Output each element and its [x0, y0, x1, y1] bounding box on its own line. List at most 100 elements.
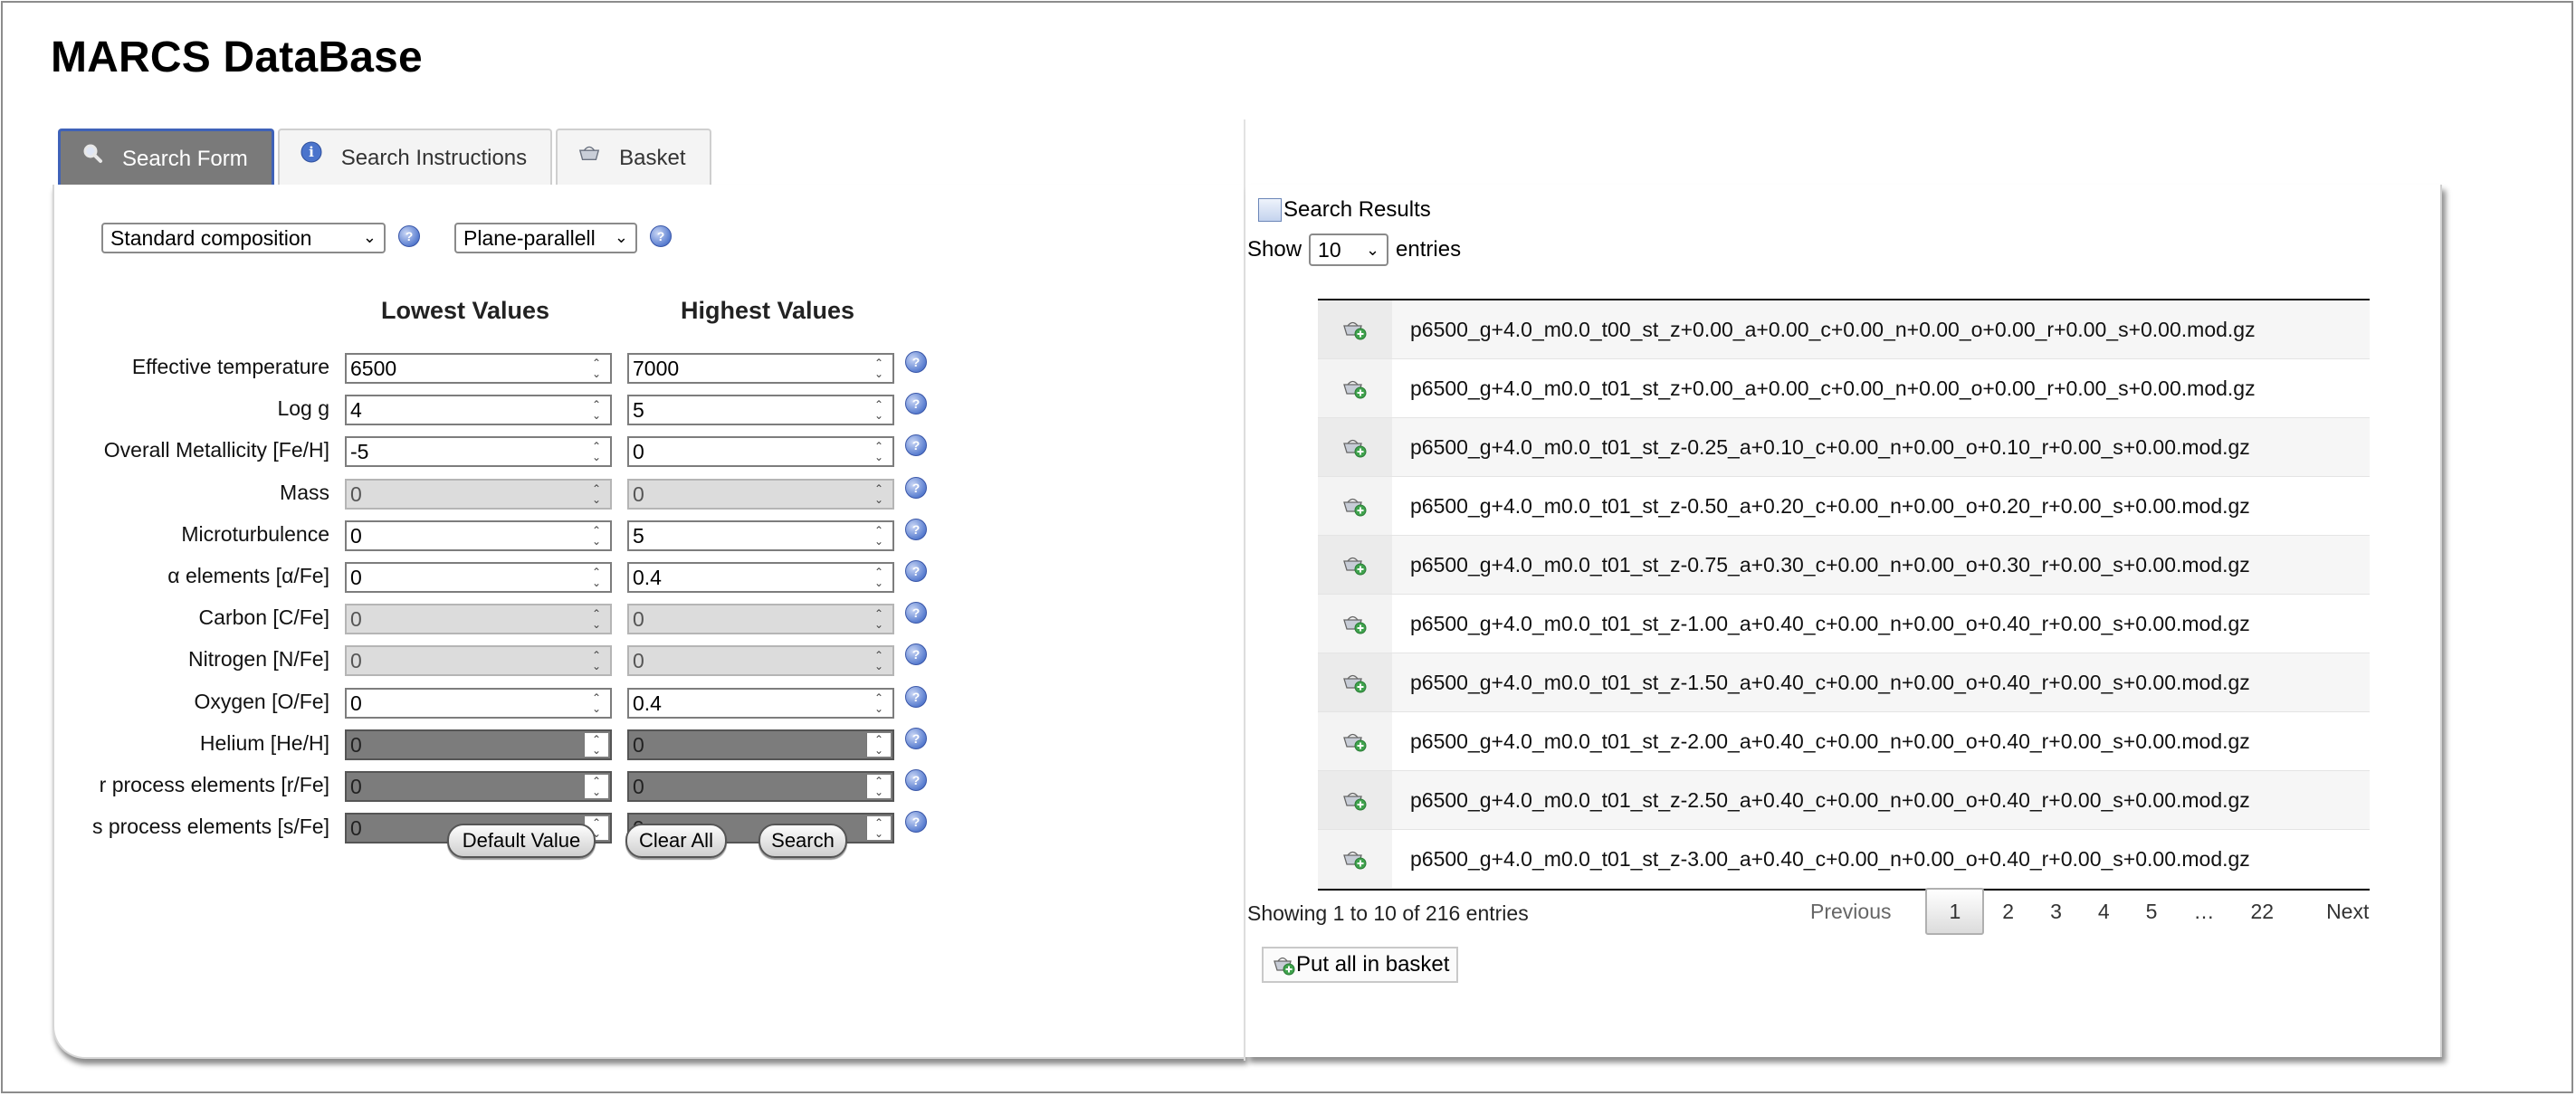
input-value: 0.4	[633, 565, 662, 589]
entries-per-page-select[interactable]: 10 ⌄	[1309, 233, 1389, 266]
input-value: 0	[633, 606, 644, 631]
input-value: 0	[633, 774, 644, 798]
input-value: 0	[350, 732, 362, 757]
lowest-value-input[interactable]: 0 ⌃ ⌄	[345, 520, 612, 551]
spinner-arrows-icon[interactable]: ⌃ ⌄	[866, 733, 891, 757]
highest-value-input[interactable]: 0.4 ⌃ ⌄	[627, 562, 894, 593]
input-value: 0	[350, 565, 362, 589]
model-filename[interactable]: p6500_g+4.0_m0.0_t01_st_z+0.00_a+0.00_c+…	[1392, 376, 2256, 401]
help-icon[interactable]: ?	[905, 769, 927, 791]
spinner-arrows-icon[interactable]: ⌃ ⌄	[866, 816, 891, 840]
highest-value-input[interactable]: 0 ⌃ ⌄	[627, 436, 894, 467]
composition-select[interactable]: Standard composition ⌄	[101, 223, 386, 253]
spinner-arrows-icon[interactable]: ⌃ ⌄	[585, 524, 608, 548]
input-value: 7000	[633, 356, 680, 380]
help-icon[interactable]: ?	[398, 225, 420, 247]
geometry-select[interactable]: Plane-parallell ⌄	[454, 223, 637, 253]
spinner-arrows-icon[interactable]: ⌃ ⌄	[867, 691, 891, 715]
help-icon[interactable]: ?	[905, 560, 927, 582]
spinner-arrows-icon[interactable]: ⌃ ⌄	[867, 566, 891, 589]
add-to-basket-icon[interactable]	[1318, 477, 1392, 535]
add-to-basket-icon[interactable]	[1318, 595, 1392, 653]
spinner-arrows-icon[interactable]: ⌃ ⌄	[867, 398, 891, 422]
spinner-arrows-icon[interactable]: ⌃ ⌄	[585, 649, 608, 672]
tab-basket[interactable]: Basket	[556, 129, 711, 186]
spinner-arrows-icon[interactable]: ⌃ ⌄	[584, 733, 608, 757]
pagination-previous[interactable]: Previous	[1792, 890, 1909, 933]
model-filename[interactable]: p6500_g+4.0_m0.0_t01_st_z-0.25_a+0.10_c+…	[1392, 435, 2250, 460]
help-icon[interactable]: ?	[905, 393, 927, 415]
help-icon[interactable]: ?	[905, 602, 927, 624]
pagination-page[interactable]: 3	[2032, 890, 2080, 933]
add-to-basket-icon[interactable]	[1318, 653, 1392, 711]
spinner-arrows-icon[interactable]: ⌃ ⌄	[867, 482, 891, 506]
search-button[interactable]: Search	[758, 824, 847, 858]
help-icon[interactable]: ?	[905, 434, 927, 456]
add-to-basket-icon[interactable]	[1318, 830, 1392, 888]
add-to-basket-icon[interactable]	[1318, 536, 1392, 594]
highest-value-input[interactable]: 7000 ⌃ ⌄	[627, 353, 894, 384]
spinner-arrows-icon[interactable]: ⌃ ⌄	[867, 649, 891, 672]
spinner-arrows-icon[interactable]: ⌃ ⌄	[585, 440, 608, 463]
put-all-in-basket-button[interactable]: Put all in basket	[1262, 947, 1459, 983]
spinner-arrows-icon[interactable]: ⌃ ⌄	[867, 440, 891, 463]
clear-all-button[interactable]: Clear All	[625, 824, 727, 858]
model-filename[interactable]: p6500_g+4.0_m0.0_t01_st_z-0.50_a+0.20_c+…	[1392, 494, 2250, 519]
parameter-label: Carbon [C/Fe]	[198, 605, 329, 629]
model-filename[interactable]: p6500_g+4.0_m0.0_t01_st_z-1.50_a+0.40_c+…	[1392, 671, 2250, 695]
spinner-arrows-icon[interactable]: ⌃ ⌄	[866, 775, 891, 798]
help-icon[interactable]: ?	[650, 225, 672, 247]
pagination-next[interactable]: Next	[2308, 890, 2387, 933]
add-to-basket-icon[interactable]	[1318, 418, 1392, 476]
lowest-value-input[interactable]: -5 ⌃ ⌄	[345, 436, 612, 467]
add-to-basket-icon[interactable]	[1318, 300, 1392, 358]
model-filename[interactable]: p6500_g+4.0_m0.0_t01_st_z-2.00_a+0.40_c+…	[1392, 729, 2250, 754]
tab-search-form[interactable]: Search Form	[58, 129, 274, 187]
spinner-arrows-icon[interactable]: ⌃ ⌄	[867, 607, 891, 631]
table-row: p6500_g+4.0_m0.0_t01_st_z-1.50_a+0.40_c+…	[1318, 653, 2370, 712]
spinner-arrows-icon[interactable]: ⌃ ⌄	[585, 566, 608, 589]
input-value: 0	[350, 523, 362, 548]
help-icon[interactable]: ?	[905, 519, 927, 540]
highest-value-input[interactable]: 0.4 ⌃ ⌄	[627, 688, 894, 719]
search-results-title: Search Results	[1258, 197, 1431, 223]
spinner-arrows-icon[interactable]: ⌃ ⌄	[585, 607, 608, 631]
add-to-basket-icon[interactable]	[1318, 359, 1392, 417]
highest-value-input: 0 ⌃⌄	[627, 729, 894, 760]
help-icon[interactable]: ?	[905, 728, 927, 749]
lowest-value-input[interactable]: 6500 ⌃ ⌄	[345, 353, 612, 384]
spinner-arrows-icon[interactable]: ⌃ ⌄	[585, 398, 608, 422]
spinner-arrows-icon[interactable]: ⌃ ⌄	[585, 357, 608, 380]
model-filename[interactable]: p6500_g+4.0_m0.0_t00_st_z+0.00_a+0.00_c+…	[1392, 318, 2256, 342]
spinner-arrows-icon[interactable]: ⌃ ⌄	[867, 524, 891, 548]
highest-value-input[interactable]: 5 ⌃ ⌄	[627, 520, 894, 551]
tab-search-instructions[interactable]: i Search Instructions	[277, 129, 553, 186]
default-value-button[interactable]: Default Value	[447, 824, 596, 858]
lowest-value-input[interactable]: 4 ⌃ ⌄	[345, 395, 612, 425]
pagination-page[interactable]: 22	[2232, 890, 2292, 933]
spinner-arrows-icon[interactable]: ⌃ ⌄	[867, 357, 891, 380]
spinner-arrows-icon[interactable]: ⌃ ⌄	[585, 691, 608, 715]
spinner-arrows-icon[interactable]: ⌃ ⌄	[584, 775, 608, 798]
help-icon[interactable]: ?	[905, 643, 927, 665]
help-icon[interactable]: ?	[905, 686, 927, 708]
highest-value-input[interactable]: 5 ⌃ ⌄	[627, 395, 894, 425]
pagination-page[interactable]: 2	[1984, 890, 2032, 933]
pagination-page[interactable]: 4	[2080, 890, 2128, 933]
model-filename[interactable]: p6500_g+4.0_m0.0_t01_st_z-0.75_a+0.30_c+…	[1392, 553, 2250, 577]
input-value: 0	[633, 481, 644, 506]
model-filename[interactable]: p6500_g+4.0_m0.0_t01_st_z-3.00_a+0.40_c+…	[1392, 847, 2250, 872]
lowest-value-input[interactable]: 0 ⌃ ⌄	[345, 562, 612, 593]
add-to-basket-icon[interactable]	[1318, 712, 1392, 770]
add-to-basket-icon[interactable]	[1318, 771, 1392, 829]
parameter-label: Oxygen [O/Fe]	[194, 690, 329, 713]
help-icon[interactable]: ?	[905, 351, 927, 373]
lowest-value-input[interactable]: 0 ⌃ ⌄	[345, 688, 612, 719]
pagination-page[interactable]: 1	[1925, 888, 1985, 935]
model-filename[interactable]: p6500_g+4.0_m0.0_t01_st_z-1.00_a+0.40_c+…	[1392, 612, 2250, 636]
model-filename[interactable]: p6500_g+4.0_m0.0_t01_st_z-2.50_a+0.40_c+…	[1392, 788, 2250, 813]
pagination-page[interactable]: 5	[2128, 890, 2176, 933]
help-icon[interactable]: ?	[905, 477, 927, 499]
help-icon[interactable]: ?	[905, 811, 927, 833]
spinner-arrows-icon[interactable]: ⌃ ⌄	[585, 482, 608, 506]
